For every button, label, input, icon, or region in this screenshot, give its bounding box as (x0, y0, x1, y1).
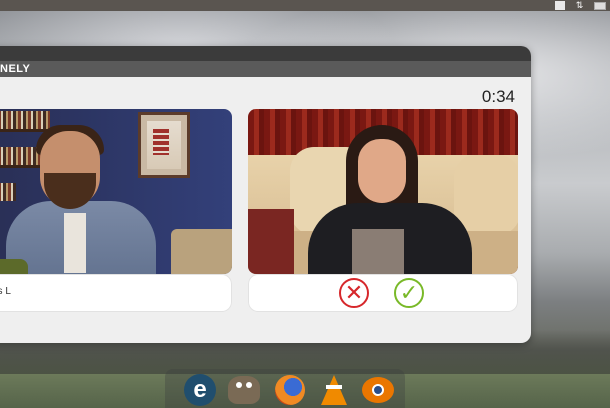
call-timer: 0:34 (481, 87, 515, 106)
reject-button[interactable]: ✕ (339, 278, 369, 308)
lamp (248, 209, 294, 274)
video-chat-window: NELY 0:34 as L (0, 46, 531, 343)
participant-name: as L (0, 286, 11, 297)
accept-button[interactable]: ✓ (394, 278, 424, 308)
bookshelf-books (0, 111, 50, 129)
close-icon: ✕ (344, 280, 364, 305)
left-participant-info: as L (0, 274, 232, 312)
vlc-icon (321, 375, 347, 405)
bookshelf-books (0, 183, 16, 201)
network-transfer-icon[interactable]: ⇅ (574, 1, 585, 10)
system-top-bar: ⇅ (0, 0, 610, 11)
system-tray: ⇅ (555, 0, 606, 11)
left-participant-video (0, 109, 232, 274)
dock-item-vlc[interactable] (317, 373, 351, 407)
gimp-icon (228, 376, 260, 404)
participant-face (358, 139, 406, 203)
application-dock: e (165, 369, 405, 408)
right-participant-actions: ✕ ✓ (248, 274, 518, 312)
blender-icon (362, 377, 394, 403)
dock-item-blender[interactable] (361, 373, 395, 407)
dock-item-firefox[interactable] (273, 373, 307, 407)
sofa-cushion (454, 155, 518, 235)
app-brand-bar: NELY (0, 61, 531, 77)
app-brand-name: NELY (0, 63, 31, 75)
dock-item-gimp[interactable] (227, 373, 261, 407)
wall-picture (138, 112, 190, 178)
checkmark-icon: ✓ (399, 280, 419, 305)
epiphany-browser-icon: e (184, 374, 216, 406)
right-participant-video (248, 109, 518, 274)
sofa (171, 229, 232, 274)
battery-icon[interactable] (555, 1, 565, 10)
dock-item-epiphany[interactable]: e (183, 373, 217, 407)
window-titlebar[interactable] (0, 46, 531, 61)
mail-icon[interactable] (594, 1, 606, 10)
firefox-icon (275, 375, 305, 405)
plant (0, 259, 28, 274)
